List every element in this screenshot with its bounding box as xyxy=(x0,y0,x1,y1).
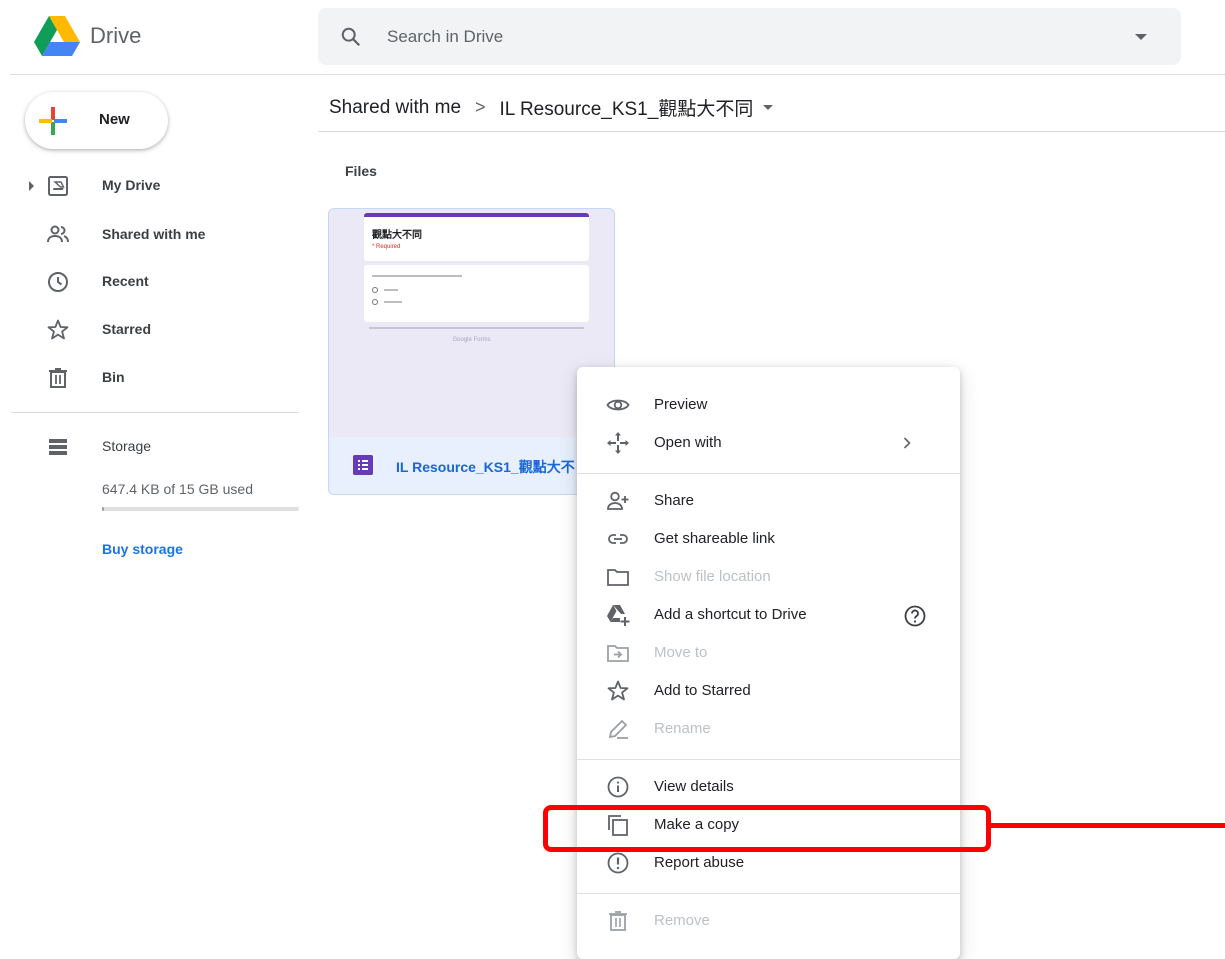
sidebar-item-my-drive[interactable]: My Drive xyxy=(0,166,300,206)
thumbnail-title: 觀點大不同 xyxy=(372,230,422,241)
menu-item-label: Preview xyxy=(654,396,708,413)
menu-item-add-shortcut[interactable]: Add a shortcut to Drive xyxy=(577,596,960,634)
alert-icon xyxy=(607,852,629,874)
sidebar-item-label: My Drive xyxy=(102,177,161,193)
menu-item-label: Add to Starred xyxy=(654,682,751,699)
context-menu: Preview Open with Share Get shareable li… xyxy=(577,367,960,959)
menu-divider xyxy=(577,759,960,760)
thumbnail-form-header: 觀點大不同 * Required xyxy=(364,213,589,261)
buy-storage-link[interactable]: Buy storage xyxy=(102,541,183,557)
sidebar-item-label: Starred xyxy=(102,321,152,337)
search-options-icon[interactable] xyxy=(1135,34,1147,40)
breadcrumb: Shared with me > IL Resource_KS1_觀點大不同 xyxy=(329,94,774,121)
drive-logo[interactable]: Drive xyxy=(34,16,141,56)
file-name: IL Resource_KS1_觀點大不 xyxy=(396,459,575,475)
star-icon xyxy=(607,680,629,701)
app-title: Drive xyxy=(90,23,142,48)
new-button[interactable]: New xyxy=(25,92,168,149)
breadcrumb-parent[interactable]: Shared with me xyxy=(329,97,461,119)
drive-shortcut-icon xyxy=(607,605,630,626)
move-to-icon xyxy=(607,645,629,662)
files-section-label: Files xyxy=(345,163,377,179)
menu-item-move-to: Move to xyxy=(577,634,960,672)
menu-item-share[interactable]: Share xyxy=(577,482,960,520)
menu-item-add-to-starred[interactable]: Add to Starred xyxy=(577,672,960,710)
my-drive-icon xyxy=(48,176,68,196)
thumbnail-question xyxy=(364,265,589,322)
menu-item-label: Add a shortcut to Drive xyxy=(654,606,807,623)
help-icon[interactable] xyxy=(903,604,927,628)
link-icon xyxy=(608,534,628,544)
annotation-pointer-line xyxy=(991,823,1225,828)
menu-item-remove: Remove xyxy=(577,902,960,940)
storage-label: Storage xyxy=(102,438,152,454)
forms-icon xyxy=(353,455,373,475)
search-bar[interactable] xyxy=(318,8,1181,65)
sidebar-item-shared-with-me[interactable]: Shared with me xyxy=(0,215,300,255)
eye-icon xyxy=(606,399,630,411)
header-divider xyxy=(10,74,1225,75)
chevron-down-icon[interactable] xyxy=(763,105,774,110)
radio-icon xyxy=(372,299,378,305)
star-icon xyxy=(47,319,69,340)
shared-icon xyxy=(47,225,69,243)
sidebar-item-starred[interactable]: Starred xyxy=(0,310,300,350)
radio-icon xyxy=(372,287,378,293)
menu-item-label: Share xyxy=(654,492,695,509)
add-person-icon xyxy=(607,491,629,510)
chevron-right-icon: > xyxy=(475,97,486,117)
expand-arrow-icon[interactable] xyxy=(29,181,34,191)
menu-item-label: Show file location xyxy=(654,568,771,585)
menu-item-label: Get shareable link xyxy=(654,530,775,547)
menu-item-open-with[interactable]: Open with xyxy=(577,424,960,462)
menu-item-label: View details xyxy=(654,778,734,795)
menu-item-preview[interactable]: Preview xyxy=(577,386,960,424)
file-name-row[interactable]: IL Resource_KS1_觀點大不 xyxy=(329,437,614,494)
info-icon xyxy=(607,776,629,798)
sidebar-item-label: Recent xyxy=(102,273,149,289)
menu-item-label: Rename xyxy=(654,720,711,737)
annotation-highlight-box xyxy=(543,805,991,852)
menu-item-get-link[interactable]: Get shareable link xyxy=(577,520,960,558)
search-icon[interactable] xyxy=(340,26,362,48)
menu-item-label: Move to xyxy=(654,644,708,661)
clock-icon xyxy=(48,272,68,292)
drive-logo-icon xyxy=(34,16,80,56)
menu-item-label: Report abuse xyxy=(654,854,745,871)
sidebar-divider xyxy=(11,412,299,413)
move-arrows-icon xyxy=(607,432,629,454)
breadcrumb-current[interactable]: IL Resource_KS1_觀點大不同 xyxy=(500,94,754,121)
thumbnail-required: * Required xyxy=(372,244,401,250)
folder-icon xyxy=(607,569,629,586)
search-input[interactable] xyxy=(387,22,1087,52)
main-divider xyxy=(318,131,1225,132)
storage-progress-fill xyxy=(102,507,104,511)
menu-item-label: Remove xyxy=(654,912,710,929)
menu-divider xyxy=(577,893,960,894)
storage-usage-text: 647.4 KB of 15 GB used xyxy=(102,481,253,497)
bin-icon xyxy=(49,368,67,388)
chevron-right-icon xyxy=(903,437,911,449)
menu-item-label: Open with xyxy=(654,434,722,451)
storage-progress-bar xyxy=(102,507,299,511)
sidebar-item-recent[interactable]: Recent xyxy=(0,262,300,302)
storage-icon xyxy=(49,439,67,455)
trash-icon xyxy=(609,911,627,931)
pencil-icon xyxy=(608,719,628,739)
menu-item-view-details[interactable]: View details xyxy=(577,768,960,806)
thumbnail-footer: Google Forms xyxy=(452,337,491,343)
plus-icon xyxy=(39,107,67,135)
sidebar-item-label: Shared with me xyxy=(102,226,206,242)
menu-item-show-file-location: Show file location xyxy=(577,558,960,596)
menu-divider xyxy=(577,473,960,474)
file-thumbnail: 觀點大不同 * Required Google Forms xyxy=(329,209,614,437)
sidebar-item-storage[interactable]: Storage xyxy=(0,427,300,467)
menu-item-rename: Rename xyxy=(577,710,960,748)
file-card[interactable]: 觀點大不同 * Required Google Forms IL Resourc… xyxy=(328,208,615,495)
sidebar-item-bin[interactable]: Bin xyxy=(0,358,300,398)
sidebar-item-label: Bin xyxy=(102,369,125,385)
new-button-label: New xyxy=(99,111,130,128)
